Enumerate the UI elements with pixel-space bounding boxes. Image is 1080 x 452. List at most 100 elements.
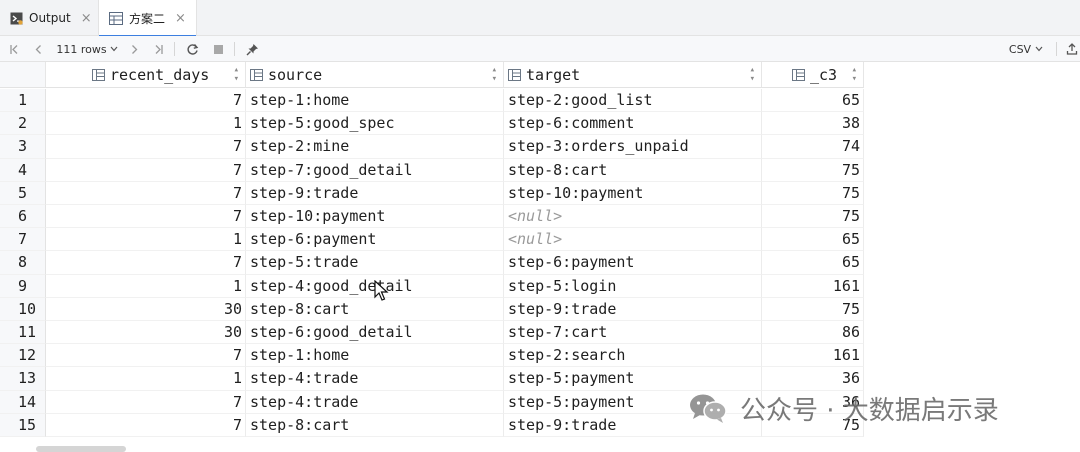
sort-icon[interactable]: ▴ ▾ — [852, 65, 857, 84]
cell-source[interactable]: step-10:payment — [246, 205, 504, 229]
cell-c3[interactable]: 65 — [762, 251, 864, 275]
next-page-icon[interactable] — [126, 36, 142, 62]
cell-target[interactable]: step-3:orders_unpaid — [504, 135, 762, 159]
cell-recent-days[interactable]: 7 — [46, 135, 246, 159]
watermark-text: 公众号 · 大数据启示录 — [740, 395, 999, 426]
export-format-label: CSV — [1008, 42, 1032, 56]
row-number: 9 — [0, 274, 46, 298]
cell-target[interactable]: step-5:payment — [504, 367, 762, 391]
column-header-c3[interactable]: _c3 ▴ ▾ — [762, 62, 864, 88]
column-name: _c3 — [810, 65, 838, 84]
cell-source[interactable]: step-4:trade — [246, 390, 504, 414]
toolbar-divider — [234, 42, 235, 56]
cell-c3[interactable]: 161 — [762, 274, 864, 298]
pin-icon[interactable] — [243, 36, 261, 62]
cell-recent-days[interactable]: 1 — [46, 367, 246, 391]
cell-recent-days[interactable]: 30 — [46, 297, 246, 321]
column-header-source[interactable]: source ▴ ▾ — [246, 62, 504, 88]
sort-icon[interactable]: ▴ ▾ — [234, 65, 239, 84]
sort-icon[interactable]: ▴ ▾ — [750, 65, 755, 84]
tab-output[interactable]: Output × — [10, 0, 92, 36]
tab-output-label: Output — [29, 11, 71, 25]
row-number-header — [0, 62, 46, 88]
cell-target[interactable]: step-9:trade — [504, 297, 762, 321]
cell-c3[interactable]: 161 — [762, 344, 864, 368]
cell-recent-days[interactable]: 7 — [46, 181, 246, 205]
cell-source[interactable]: step-7:good_detail — [246, 158, 504, 182]
cell-source[interactable]: step-1:home — [246, 89, 504, 113]
row-number: 15 — [0, 413, 46, 437]
cell-c3[interactable]: 65 — [762, 89, 864, 113]
sort-icon[interactable]: ▴ ▾ — [492, 65, 497, 84]
cell-target[interactable]: step-10:payment — [504, 181, 762, 205]
export-format-dropdown[interactable]: CSV — [1006, 36, 1046, 62]
cell-recent-days[interactable]: 7 — [46, 158, 246, 182]
cell-c3[interactable]: 86 — [762, 321, 864, 345]
stop-icon[interactable] — [209, 36, 227, 62]
cell-recent-days[interactable]: 7 — [46, 89, 246, 113]
cell-target[interactable]: step-8:cart — [504, 158, 762, 182]
tab-scheme[interactable]: 方案二 × — [98, 0, 197, 37]
column-icon — [508, 68, 521, 81]
row-number: 1 — [0, 89, 46, 113]
tab-bar: Output × 方案二 × — [0, 0, 1080, 37]
tab-scheme-label: 方案二 — [129, 11, 166, 26]
cell-c3[interactable]: 38 — [762, 112, 864, 136]
cell-target[interactable]: step-7:cart — [504, 321, 762, 345]
cell-source[interactable]: step-8:cart — [246, 413, 504, 437]
cell-c3[interactable]: 75 — [762, 205, 864, 229]
cell-source[interactable]: step-5:good_spec — [246, 112, 504, 136]
refresh-icon[interactable] — [183, 36, 201, 62]
horizontal-scrollbar[interactable] — [0, 445, 1080, 452]
cell-source[interactable]: step-9:trade — [246, 181, 504, 205]
cell-target[interactable]: step-6:comment — [504, 112, 762, 136]
result-toolbar: 111 rows CSV — [0, 36, 1080, 62]
first-page-icon[interactable] — [6, 36, 22, 62]
cell-source[interactable]: step-4:trade — [246, 367, 504, 391]
cell-c3[interactable]: 36 — [762, 367, 864, 391]
column-name: target — [526, 65, 581, 84]
previous-page-icon[interactable] — [30, 36, 46, 62]
export-icon[interactable] — [1064, 36, 1080, 62]
cell-source[interactable]: step-6:good_detail — [246, 321, 504, 345]
watermark: 公众号 · 大数据启示录 — [688, 390, 999, 426]
cell-c3[interactable]: 74 — [762, 135, 864, 159]
close-icon[interactable]: × — [81, 11, 92, 26]
cell-c3[interactable]: 65 — [762, 228, 864, 252]
cell-target[interactable]: step-6:payment — [504, 251, 762, 275]
row-number: 4 — [0, 158, 46, 182]
column-header-recent-days[interactable]: recent_days ▴ ▾ — [46, 62, 246, 88]
cell-target[interactable]: step-2:search — [504, 344, 762, 368]
cell-recent-days[interactable]: 7 — [46, 413, 246, 437]
row-number: 8 — [0, 251, 46, 275]
cell-recent-days[interactable]: 30 — [46, 321, 246, 345]
cell-c3[interactable]: 75 — [762, 158, 864, 182]
cell-c3[interactable]: 75 — [762, 297, 864, 321]
cell-target-null[interactable]: <null> — [504, 205, 762, 229]
cell-c3[interactable]: 75 — [762, 181, 864, 205]
cell-recent-days[interactable]: 1 — [46, 112, 246, 136]
cell-source[interactable]: step-2:mine — [246, 135, 504, 159]
cell-recent-days[interactable]: 1 — [46, 228, 246, 252]
cell-recent-days[interactable]: 7 — [46, 251, 246, 275]
cell-source[interactable]: step-1:home — [246, 344, 504, 368]
scrollbar-thumb[interactable] — [36, 446, 126, 452]
row-number: 14 — [0, 390, 46, 414]
row-number: 3 — [0, 135, 46, 159]
rows-count-dropdown[interactable]: 111 rows — [56, 36, 118, 62]
cell-target-null[interactable]: <null> — [504, 228, 762, 252]
column-header-target[interactable]: target ▴ ▾ — [504, 62, 762, 88]
row-number: 13 — [0, 367, 46, 391]
cell-target[interactable]: step-5:login — [504, 274, 762, 298]
rows-count-label: 111 rows — [56, 42, 107, 56]
cell-recent-days[interactable]: 7 — [46, 344, 246, 368]
row-number: 10 — [0, 297, 46, 321]
cell-recent-days[interactable]: 1 — [46, 274, 246, 298]
close-icon[interactable]: × — [175, 11, 186, 26]
cell-recent-days[interactable]: 7 — [46, 390, 246, 414]
cell-source[interactable]: step-5:trade — [246, 251, 504, 275]
last-page-icon[interactable] — [150, 36, 166, 62]
cell-target[interactable]: step-2:good_list — [504, 89, 762, 113]
cell-recent-days[interactable]: 7 — [46, 205, 246, 229]
cell-source[interactable]: step-6:payment — [246, 228, 504, 252]
